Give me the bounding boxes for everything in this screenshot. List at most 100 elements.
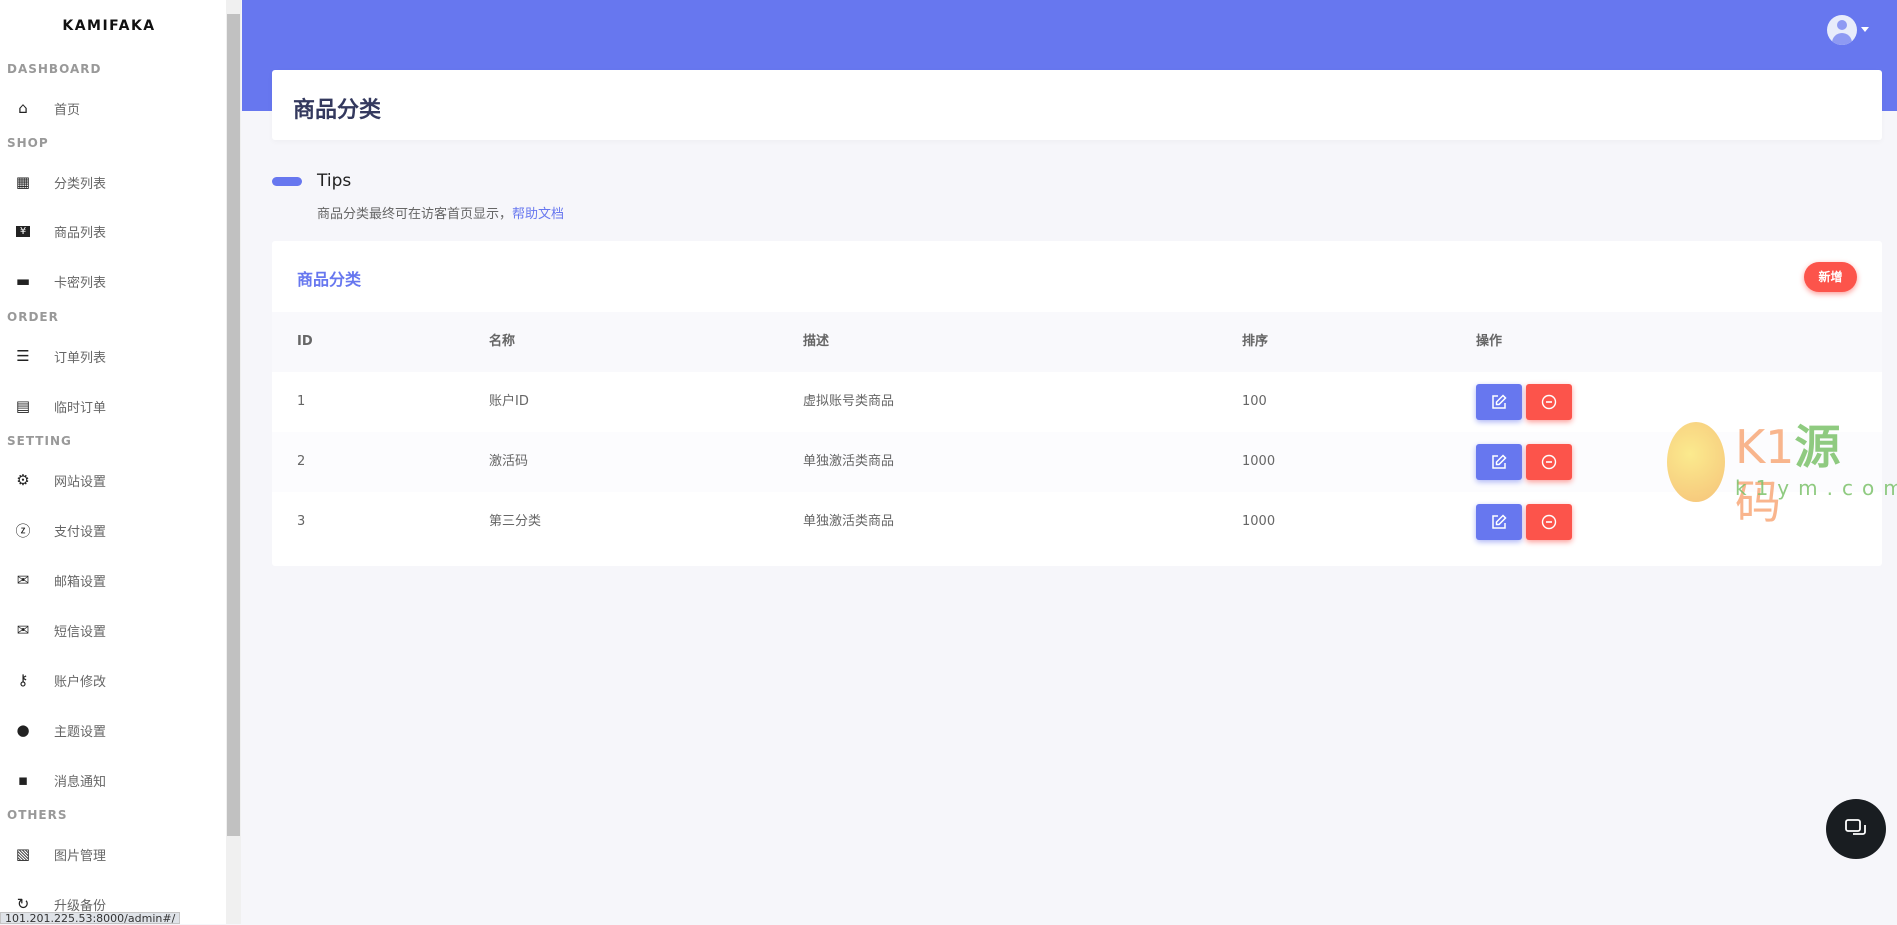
- sidebar-item-label: 升级备份: [54, 898, 107, 914]
- cell-desc: 单独激活类商品: [803, 514, 895, 529]
- key-icon: ⚷: [17, 671, 29, 689]
- edit-button[interactable]: [1476, 384, 1522, 420]
- sidebar-item-label: 消息通知: [54, 774, 107, 790]
- column-header: 操作: [1476, 334, 1503, 349]
- sidebar-item-products[interactable]: ¥ 商品列表: [0, 211, 226, 251]
- edit-button[interactable]: [1476, 444, 1522, 480]
- card-title: 商品分类: [297, 270, 362, 289]
- yen-ticket-icon: ¥: [12, 222, 34, 240]
- delete-button[interactable]: [1526, 444, 1572, 480]
- delete-button[interactable]: [1526, 504, 1572, 540]
- sidebar-item-notifications[interactable]: ▪ 消息通知: [0, 760, 226, 800]
- sync-icon: ↻: [16, 895, 30, 913]
- edit-button[interactable]: [1476, 504, 1522, 540]
- palette-icon: ●: [16, 721, 30, 739]
- sidebar-item-label: 图片管理: [54, 848, 107, 864]
- sidebar-item-sms-settings[interactable]: ✉ 短信设置: [0, 610, 226, 650]
- envelope-icon: ✉: [16, 621, 30, 639]
- caret-down-icon[interactable]: [1861, 27, 1869, 36]
- cell-sort: 100: [1242, 394, 1267, 409]
- envelope-open-icon: ✉: [16, 571, 30, 589]
- table-row: 2 激活码 单独激活类商品 1000: [272, 432, 1882, 492]
- sidebar-item-home[interactable]: ⌂ 首页: [0, 88, 226, 128]
- minus-circle-icon: [1541, 514, 1557, 530]
- section-others: OTHERS: [7, 808, 68, 822]
- sidebar-item-label: 账户修改: [54, 674, 107, 690]
- chat-button[interactable]: [1826, 799, 1886, 859]
- sidebar-item-label: 支付设置: [54, 524, 107, 540]
- page-title: 商品分类: [293, 98, 382, 123]
- column-header: 排序: [1242, 334, 1269, 349]
- watermark-logo: K1源码 k1ym.com: [1667, 420, 1897, 529]
- cell-sort: 1000: [1242, 514, 1276, 529]
- column-header: ID: [297, 334, 313, 349]
- category-card: 商品分类 新增 ID 名称 描述 排序 操作 1 账户ID 虚拟账号类商品 10…: [272, 241, 1882, 566]
- sidebar-item-temp-orders[interactable]: ▤ 临时订单: [0, 386, 226, 426]
- cell-desc: 单独激活类商品: [803, 454, 895, 469]
- section-order: ORDER: [7, 310, 59, 324]
- column-header: 描述: [803, 334, 830, 349]
- user-avatar[interactable]: [1827, 15, 1857, 45]
- table-row: 1 账户ID 虚拟账号类商品 100: [272, 372, 1882, 432]
- watermark-text: K1源码: [1735, 420, 1841, 529]
- cell-name: 账户ID: [489, 394, 529, 409]
- sidebar-item-account[interactable]: ⚷ 账户修改: [0, 660, 226, 700]
- sort-list-icon: ☰: [16, 347, 30, 365]
- sidebar-item-orders[interactable]: ☰ 订单列表: [0, 336, 226, 376]
- sidebar-item-images[interactable]: ▧ 图片管理: [0, 834, 226, 874]
- cell-id: 3: [297, 514, 306, 529]
- sidebar-item-categories[interactable]: ▦ 分类列表: [0, 162, 226, 202]
- image-icon: ▧: [15, 845, 31, 863]
- sidebar-item-cards[interactable]: ▬ 卡密列表: [0, 261, 226, 301]
- home-icon: ⌂: [18, 99, 28, 117]
- sidebar-item-label: 主题设置: [54, 724, 107, 740]
- tips-text: 商品分类最终可在访客首页显示，帮助文档: [317, 203, 564, 222]
- table-header: ID 名称 描述 排序 操作: [272, 312, 1882, 372]
- sidebar-item-site-settings[interactable]: ⚙ 网站设置: [0, 460, 226, 500]
- sidebar-item-label: 卡密列表: [54, 275, 107, 291]
- sidebar-item-label: 临时订单: [54, 400, 107, 416]
- section-shop: SHOP: [7, 136, 49, 150]
- alipay-icon: ⓩ: [15, 521, 31, 540]
- cell-desc: 虚拟账号类商品: [803, 394, 895, 409]
- sidebar-item-label: 网站设置: [54, 474, 107, 490]
- brand-logo[interactable]: KAMIFAKA: [0, 18, 218, 34]
- sidebar-item-label: 邮箱设置: [54, 574, 107, 590]
- sidebar-item-label: 商品列表: [54, 225, 107, 241]
- sidebar-item-mail-settings[interactable]: ✉ 邮箱设置: [0, 560, 226, 600]
- sidebar-scrollbar[interactable]: [226, 0, 241, 924]
- card-icon: ▬: [15, 272, 31, 290]
- edit-icon: [1492, 394, 1507, 409]
- sidebar-item-theme[interactable]: ● 主题设置: [0, 710, 226, 750]
- minus-circle-icon: [1541, 454, 1557, 470]
- add-button[interactable]: 新增: [1804, 262, 1857, 292]
- sidebar-item-label: 短信设置: [54, 624, 107, 640]
- sidebar-item-payment-settings[interactable]: ⓩ 支付设置: [0, 510, 226, 550]
- minus-circle-icon: [1541, 394, 1557, 410]
- watermark-ball: [1667, 422, 1725, 502]
- column-header: 名称: [489, 334, 516, 349]
- scrollbar-thumb[interactable]: [227, 14, 240, 836]
- tips-title: Tips: [317, 171, 352, 191]
- page-header: 商品分类: [272, 70, 1882, 140]
- cell-sort: 1000: [1242, 454, 1276, 469]
- delete-button[interactable]: [1526, 384, 1572, 420]
- sidebar: KAMIFAKA DASHBOARD ⌂ 首页 SHOP ▦ 分类列表 ¥ 商品列表 …: [0, 0, 226, 924]
- category-icon: ▦: [15, 173, 31, 191]
- edit-icon: [1492, 514, 1507, 529]
- section-dashboard: DASHBOARD: [7, 62, 102, 76]
- sidebar-item-label: 首页: [54, 102, 81, 118]
- help-doc-link[interactable]: 帮助文档: [512, 207, 564, 222]
- section-setting: SETTING: [7, 434, 72, 448]
- sidebar-item-label: 分类列表: [54, 176, 107, 192]
- cell-id: 1: [297, 394, 306, 409]
- tips-body: 商品分类最终可在访客首页显示，: [317, 207, 513, 222]
- tips-bar-icon: [272, 177, 302, 186]
- gear-icon: ⚙: [16, 471, 30, 489]
- table-row: 3 第三分类 单独激活类商品 1000: [272, 492, 1882, 552]
- status-bar-url: 101.201.225.53:8000/admin#/: [0, 912, 181, 924]
- watermark-url: k1ym.com: [1735, 476, 1897, 500]
- chat-icon: [1845, 819, 1866, 835]
- cell-name: 第三分类: [489, 514, 542, 529]
- list-alt-icon: ▤: [15, 397, 31, 415]
